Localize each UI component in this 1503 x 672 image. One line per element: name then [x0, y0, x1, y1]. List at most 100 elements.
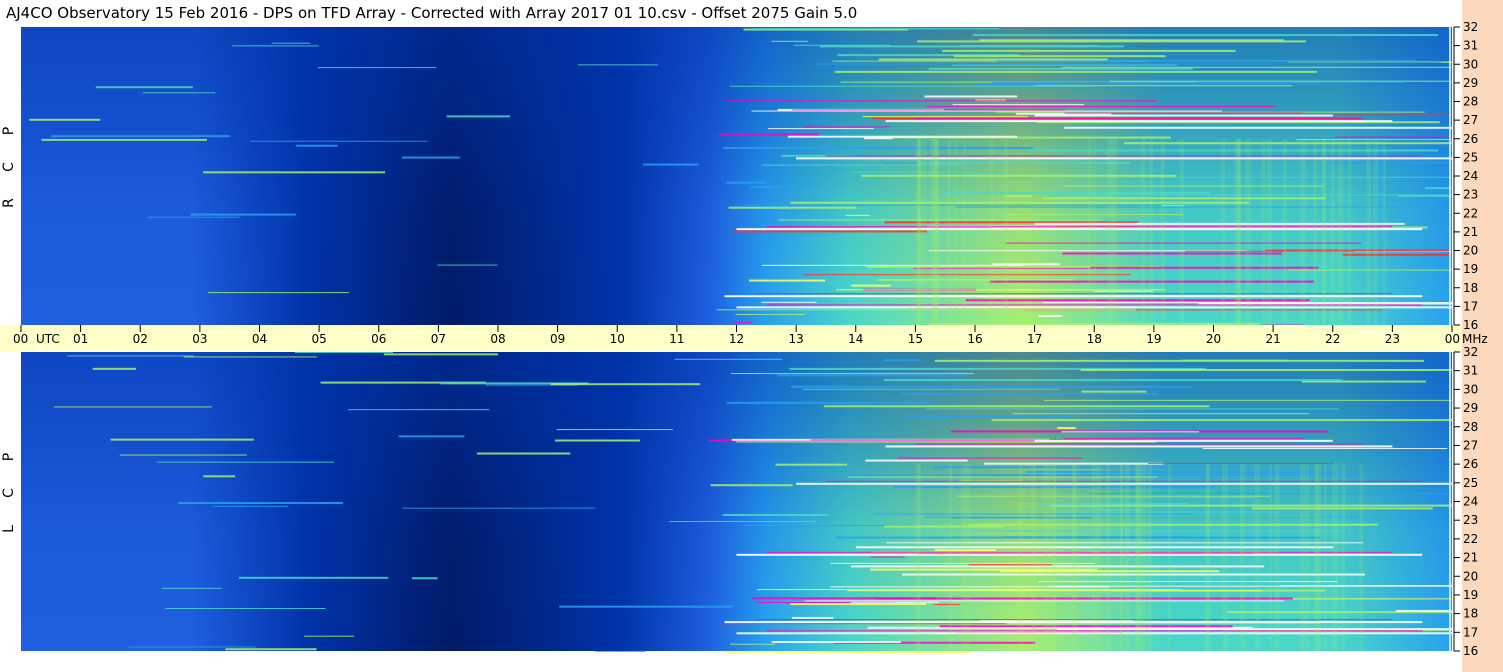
- interference-streak: [732, 230, 927, 233]
- time-tick-label: 05: [311, 332, 326, 346]
- interference-streak: [446, 115, 510, 118]
- vertical-burst: [1160, 138, 1166, 325]
- time-tick-label: 19: [1146, 332, 1161, 346]
- interference-streak: [304, 635, 355, 637]
- vertical-burst: [1338, 138, 1344, 325]
- interference-streak: [751, 110, 1222, 112]
- interference-streak: [476, 452, 571, 455]
- interference-streak: [1123, 142, 1452, 145]
- frequency-tick-label: 27: [1463, 113, 1478, 127]
- interference-streak: [901, 573, 1365, 576]
- interference-streak: [897, 457, 1082, 459]
- interference-streak: [791, 385, 1192, 388]
- strong-band-edge: [766, 226, 1393, 228]
- interference-streak: [924, 95, 1018, 98]
- vertical-burst: [1111, 138, 1117, 325]
- strong-band: [1034, 114, 1333, 117]
- frequency-tick-label: 16: [1463, 318, 1478, 332]
- interference-streak: [402, 507, 596, 509]
- polarization-letter: P: [1, 452, 17, 461]
- frequency-tick-label: 16: [1463, 644, 1478, 658]
- edge-column: [1449, 27, 1451, 325]
- frequency-tick-label: 18: [1463, 281, 1478, 295]
- vertical-burst: [1106, 464, 1110, 651]
- interference-streak: [669, 521, 817, 523]
- vertical-burst: [1313, 138, 1317, 325]
- vertical-burst: [1274, 464, 1280, 651]
- vertical-burst: [1047, 464, 1051, 651]
- vertical-burst: [1254, 464, 1260, 651]
- interference-streak: [865, 459, 968, 462]
- vertical-burst: [1300, 464, 1306, 651]
- interference-streak: [874, 597, 1293, 600]
- frequency-tick-label: 29: [1463, 76, 1478, 90]
- frequency-tick-label: 26: [1463, 132, 1478, 146]
- interference-streak: [225, 648, 317, 651]
- interference-streak: [67, 355, 194, 357]
- frequency-tick-label: 20: [1463, 569, 1478, 583]
- time-tick-label: 07: [431, 332, 446, 346]
- interference-streak: [730, 643, 775, 645]
- interference-streak: [437, 264, 498, 266]
- interference-streak: [1280, 585, 1452, 587]
- strong-band-edge: [766, 551, 1393, 553]
- interference-streak: [411, 577, 438, 580]
- interference-streak: [178, 502, 343, 505]
- interference-streak: [317, 67, 437, 69]
- strong-band-edge: [915, 443, 1363, 445]
- interference-streak: [787, 135, 1018, 138]
- interference-streak: [722, 513, 829, 516]
- interference-streak: [710, 484, 793, 487]
- time-tick-label: 12: [729, 332, 744, 346]
- interference-streak: [870, 556, 905, 558]
- frequency-tick-label: 32: [1463, 345, 1478, 359]
- interference-streak: [863, 137, 893, 140]
- vertical-burst: [1147, 464, 1152, 651]
- vertical-burst: [1042, 464, 1048, 651]
- frequency-tick-label: 21: [1463, 551, 1478, 565]
- interference-streak: [790, 603, 927, 606]
- interference-streak: [1037, 503, 1188, 506]
- interference-streak: [1342, 253, 1452, 256]
- vertical-burst: [1003, 138, 1008, 325]
- vertical-burst: [918, 464, 921, 651]
- frequency-tick-label: 31: [1463, 39, 1478, 53]
- interference-streak: [595, 650, 646, 652]
- frequency-tick-label: 30: [1463, 57, 1478, 71]
- frequency-tick-label: 19: [1463, 262, 1478, 276]
- interference-streak: [674, 358, 783, 360]
- interference-streak: [554, 439, 641, 442]
- interference-streak: [208, 292, 350, 294]
- heatmap-shade: [21, 352, 1452, 651]
- interference-streak: [1004, 195, 1033, 198]
- vertical-burst: [1323, 138, 1326, 325]
- interference-streak: [398, 435, 465, 438]
- interference-streak: [952, 64, 1178, 66]
- vertical-burst: [1239, 464, 1246, 651]
- time-tick-label: 20: [1206, 332, 1221, 346]
- interference-streak: [728, 206, 857, 209]
- interference-streak: [142, 92, 216, 94]
- interference-streak: [1044, 399, 1452, 401]
- interference-streak: [1202, 448, 1448, 450]
- frequency-tick-label: 28: [1463, 420, 1478, 434]
- interference-streak: [157, 461, 334, 463]
- vertical-burst: [963, 138, 966, 325]
- interference-streak: [851, 171, 1005, 173]
- interference-streak: [164, 608, 326, 610]
- frequency-tick-label: 22: [1463, 206, 1478, 220]
- time-tick-label: 15: [908, 332, 923, 346]
- time-tick-label: 18: [1087, 332, 1102, 346]
- interference-streak: [804, 126, 890, 128]
- interference-streak: [878, 58, 1108, 61]
- strong-band-edge: [1064, 437, 1303, 439]
- upper-frequency-axis: 16 17 18 19 20 21 22 23 24 25 26 27 28 29 30 31 32: [1453, 20, 1478, 332]
- frequency-tick-label: 28: [1463, 95, 1478, 109]
- interference-streak: [550, 383, 701, 386]
- interference-streak: [778, 219, 1102, 221]
- strong-band: [885, 445, 1393, 448]
- frequency-tick-label: 31: [1463, 364, 1478, 378]
- interference-streak: [934, 359, 1424, 362]
- interference-streak: [1424, 187, 1452, 190]
- vertical-burst: [1236, 138, 1242, 325]
